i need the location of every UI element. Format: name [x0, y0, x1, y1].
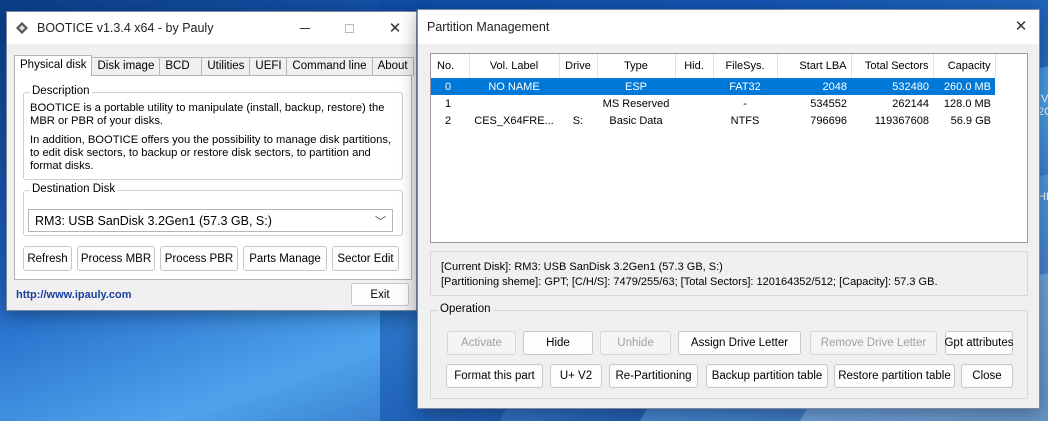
partition-table-header: No. Vol. Label Drive Type Hid. FileSys. … — [431, 54, 996, 78]
cell-filesys: - — [743, 97, 747, 110]
description-text-2: In addition, BOOTICE offers you the poss… — [30, 134, 392, 172]
destination-disk-value: RM3: USB SanDisk 3.2Gen1 (57.3 GB, S:) — [35, 213, 272, 228]
cell-start-lba: 534552 — [810, 97, 847, 110]
cell-capacity: 260.0 MB — [933, 78, 995, 95]
close-icon: ✕ — [1014, 18, 1028, 35]
cell-type: Basic Data — [609, 114, 663, 127]
partitioning-scheme-info: [Partitioning sheme]: GPT; [C/H/S]: 7479… — [441, 276, 938, 288]
cell-filesys: NTFS — [730, 114, 760, 127]
destination-disk-select[interactable]: RM3: USB SanDisk 3.2Gen1 (57.3 GB, S:) ﹀ — [28, 209, 393, 232]
col-start-lba[interactable]: Start LBA — [777, 54, 852, 78]
physical-disk-panel: Description BOOTICE is a portable utilit… — [14, 75, 412, 280]
partition-list[interactable]: No. Vol. Label Drive Type Hid. FileSys. … — [430, 53, 1028, 243]
assign-drive-letter-button[interactable]: Assign Drive Letter — [678, 331, 801, 355]
partition-management-window: Partition Management ✕ No. Vol. Label Dr… — [417, 9, 1040, 409]
table-row[interactable]: 0 NO NAME ESP FAT32 2048 532480 260.0 MB — [431, 78, 995, 95]
close-icon: ✕ — [388, 20, 402, 37]
tab-utilities[interactable]: Utilities — [201, 57, 251, 76]
exit-button[interactable]: Exit — [351, 283, 409, 306]
col-vol-label[interactable]: Vol. Label — [469, 54, 560, 78]
close-dialog-button[interactable]: Close — [961, 364, 1013, 388]
cell-type: MS Reserved — [602, 97, 670, 110]
activate-button[interactable]: Activate — [447, 331, 516, 355]
unhide-button[interactable]: Unhide — [600, 331, 671, 355]
tab-command-line[interactable]: Command line — [286, 57, 373, 76]
description-label: Description — [30, 85, 92, 97]
col-total-sectors[interactable]: Total Sectors — [851, 54, 934, 78]
cell-vol-label: NO NAME — [469, 78, 559, 95]
col-drive[interactable]: Drive — [559, 54, 598, 78]
cell-capacity: 128.0 MB — [943, 97, 991, 110]
cell-hid — [675, 112, 713, 129]
col-hid[interactable]: Hid. — [675, 54, 714, 78]
tab-about[interactable]: About — [371, 57, 414, 76]
operation-group: Operation Activate Hide Unhide Assign Dr… — [430, 303, 1028, 399]
maximize-button[interactable] — [327, 12, 371, 44]
cell-start-lba: 2048 — [777, 78, 851, 95]
minimize-button[interactable] — [283, 12, 327, 44]
cell-hid — [675, 95, 713, 112]
backup-partition-table-button[interactable]: Backup partition table — [706, 364, 828, 388]
partition-management-title: Partition Management — [427, 20, 550, 34]
close-button[interactable]: ✕ — [373, 12, 417, 44]
remove-drive-letter-button[interactable]: Remove Drive Letter — [810, 331, 937, 355]
cell-vol-label: CES_X64FRE... — [474, 114, 554, 127]
description-group: Description BOOTICE is a portable utilit… — [23, 85, 403, 180]
partition-close-button[interactable]: ✕ — [1002, 10, 1040, 42]
cell-filesys: FAT32 — [713, 78, 777, 95]
bootice-titlebar[interactable]: BOOTICE v1.3.4 x64 - by Pauly ✕ — [7, 12, 416, 44]
cell-start-lba: 796696 — [810, 114, 847, 127]
cell-drive: S: — [572, 114, 584, 127]
operation-label: Operation — [438, 303, 493, 315]
chevron-down-icon: ﹀ — [375, 216, 386, 228]
cell-vol-label — [469, 95, 559, 112]
col-filesys[interactable]: FileSys. — [713, 54, 778, 78]
bootice-title: BOOTICE v1.3.4 x64 - by Pauly — [37, 21, 214, 35]
sector-edit-button[interactable]: Sector Edit — [332, 246, 399, 271]
cell-drive — [559, 78, 597, 95]
description-text-1: BOOTICE is a portable utility to manipul… — [30, 102, 385, 127]
ipauly-link[interactable]: http://www.ipauly.com — [16, 289, 132, 301]
disk-info-box: [Current Disk]: RM3: USB SanDisk 3.2Gen1… — [430, 251, 1028, 296]
repartitioning-button[interactable]: Re-Partitioning — [609, 364, 698, 388]
tab-bcd[interactable]: BCD — [159, 57, 203, 76]
table-row[interactable]: 1 MS Reserved - 534552 262144 128.0 MB — [431, 95, 995, 112]
maximize-icon — [344, 23, 354, 33]
tab-physical-disk[interactable]: Physical disk — [14, 55, 93, 76]
cell-no: 2 — [445, 114, 452, 127]
process-pbr-button[interactable]: Process PBR — [160, 246, 238, 271]
parts-manage-button[interactable]: Parts Manage — [243, 246, 327, 271]
bootice-tabs: Physical disk Disk image BCD Utilities U… — [14, 55, 414, 76]
tab-disk-image[interactable]: Disk image — [91, 57, 161, 76]
refresh-button[interactable]: Refresh — [23, 246, 72, 271]
bootice-app-icon — [16, 22, 28, 34]
partition-table: No. Vol. Label Drive Type Hid. FileSys. … — [431, 54, 996, 129]
table-row[interactable]: 2 CES_X64FRE... S: Basic Data NTFS 79669… — [431, 112, 995, 129]
current-disk-info: [Current Disk]: RM3: USB SanDisk 3.2Gen1… — [441, 261, 723, 273]
cell-total-sectors: 262144 — [892, 97, 929, 110]
hide-button[interactable]: Hide — [523, 331, 593, 355]
col-capacity[interactable]: Capacity — [933, 54, 996, 78]
cell-no: 1 — [445, 97, 452, 110]
col-no[interactable]: No. — [431, 54, 470, 78]
destination-disk-label: Destination Disk — [30, 183, 118, 195]
cell-no: 0 — [431, 78, 469, 95]
cell-drive — [559, 95, 597, 112]
bootice-window: BOOTICE v1.3.4 x64 - by Pauly ✕ Physical… — [6, 11, 417, 311]
minimize-icon — [300, 27, 310, 29]
cell-capacity: 56.9 GB — [950, 114, 991, 127]
cell-total-sectors: 119367608 — [874, 114, 929, 127]
partition-management-titlebar[interactable]: Partition Management ✕ — [418, 10, 1039, 44]
col-type[interactable]: Type — [597, 54, 676, 78]
gpt-attributes-button[interactable]: Gpt attributes — [944, 331, 1014, 355]
cell-type: ESP — [597, 78, 675, 95]
cell-hid — [675, 78, 713, 95]
restore-partition-table-button[interactable]: Restore partition table — [834, 364, 955, 388]
tab-uefi[interactable]: UEFI — [249, 57, 288, 76]
process-mbr-button[interactable]: Process MBR — [77, 246, 155, 271]
uv2-button[interactable]: U+ V2 — [550, 364, 602, 388]
format-partition-button[interactable]: Format this part — [446, 364, 543, 388]
cell-total-sectors: 532480 — [851, 78, 933, 95]
